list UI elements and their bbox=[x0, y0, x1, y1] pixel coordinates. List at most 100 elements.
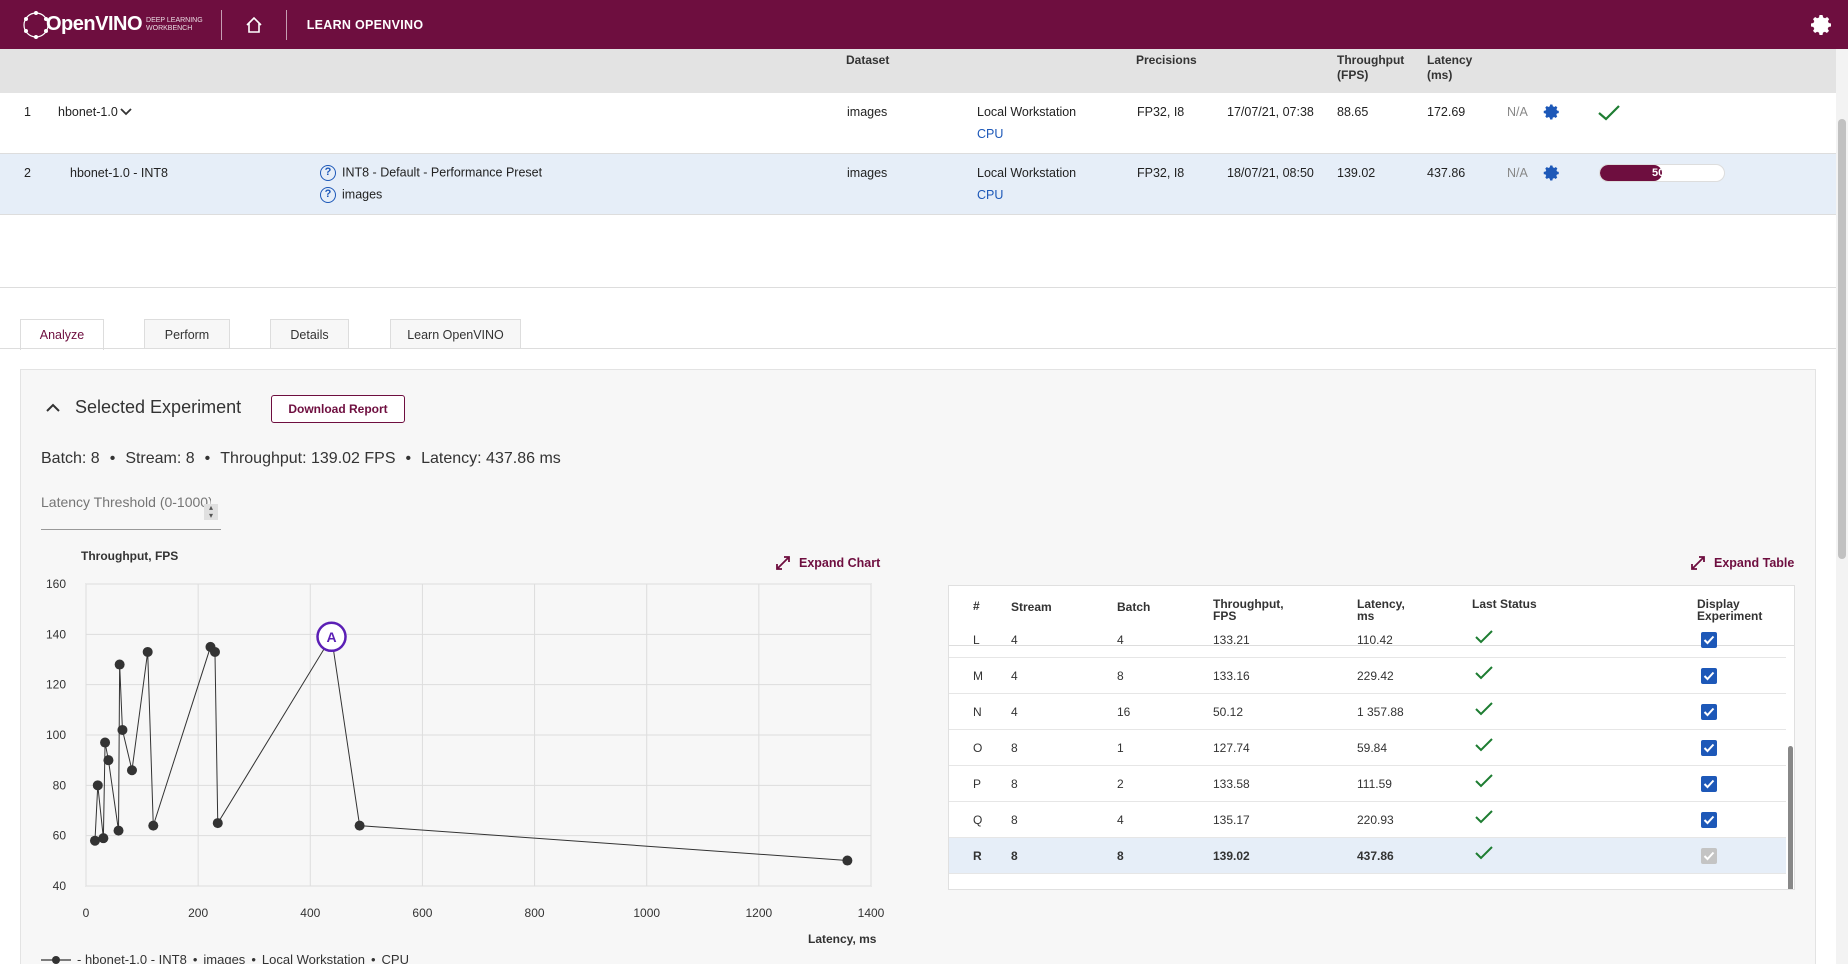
results-table-row[interactable]: N 4 16 50.12 1 357.88 bbox=[949, 694, 1786, 730]
download-report-button[interactable]: Download Report bbox=[271, 395, 405, 423]
x-tick-label: 1400 bbox=[858, 906, 885, 920]
results-table-row[interactable]: L 4 4 133.21 110.42 bbox=[949, 622, 1786, 658]
cell-id: L bbox=[973, 633, 980, 647]
legend-model: - hbonet-1.0 - INT8 bbox=[77, 952, 187, 964]
display-experiment-checkbox[interactable] bbox=[1701, 704, 1717, 720]
y-tick-label: 60 bbox=[53, 829, 67, 843]
status-check-icon bbox=[1475, 630, 1493, 644]
chevron-down-icon[interactable] bbox=[120, 107, 132, 117]
header-last-status[interactable]: Last Status bbox=[1472, 598, 1537, 610]
number-spinner[interactable]: ▴ ▾ bbox=[204, 504, 218, 520]
expand-table-button[interactable]: Expand Table bbox=[1690, 555, 1794, 571]
cell-throughput: 133.58 bbox=[1213, 777, 1250, 791]
latency-threshold-input[interactable] bbox=[41, 494, 211, 510]
display-experiment-checkbox[interactable] bbox=[1701, 848, 1717, 864]
selected-experiment-title: Selected Experiment bbox=[75, 397, 242, 417]
cell-stream: 8 bbox=[1011, 741, 1018, 755]
results-table-row[interactable]: M 4 8 133.16 229.42 bbox=[949, 658, 1786, 694]
cell-id: Q bbox=[973, 813, 983, 827]
data-point bbox=[212, 818, 223, 829]
table-scrollbar-thumb[interactable] bbox=[1788, 746, 1793, 889]
cell-batch: 4 bbox=[1117, 633, 1124, 647]
page-scrollbar-thumb[interactable] bbox=[1838, 119, 1846, 559]
y-tick-label: 40 bbox=[53, 879, 67, 893]
project-row[interactable]: 1 hbonet-1.0 images Local Workstation CP… bbox=[0, 93, 1836, 154]
throughput-latency-chart: 0 200 400 600 800 1000 1200 1400 40 60 80 100 120 140… bbox=[46, 577, 885, 920]
tab-analyze[interactable]: Analyze bbox=[20, 319, 104, 350]
data-point bbox=[142, 646, 153, 657]
cell-batch: 2 bbox=[1117, 777, 1124, 791]
cell-id: M bbox=[973, 669, 983, 683]
data-point bbox=[117, 724, 128, 735]
header-num[interactable]: # bbox=[973, 600, 980, 612]
display-experiment-checkbox[interactable] bbox=[1701, 812, 1717, 828]
results-table-row[interactable]: Q 8 4 135.17 220.93 bbox=[949, 802, 1786, 838]
gear-icon[interactable] bbox=[1543, 164, 1561, 182]
header-batch[interactable]: Batch bbox=[1117, 601, 1150, 613]
cell-batch: 1 bbox=[1117, 741, 1124, 755]
top-bar: OpenVINO DEEP LEARNING WORKBENCH LEARN OP… bbox=[0, 0, 1848, 49]
page-scrollbar[interactable] bbox=[1836, 49, 1848, 964]
legend-line-icon bbox=[41, 955, 71, 964]
home-button[interactable] bbox=[222, 0, 286, 49]
status-check-icon bbox=[1475, 810, 1493, 824]
tab-learn-openvino[interactable]: Learn OpenVINO bbox=[390, 319, 521, 349]
results-table-row[interactable]: O 8 1 127.74 59.84 bbox=[949, 730, 1786, 766]
divider bbox=[0, 287, 1836, 288]
tab-perform[interactable]: Perform bbox=[144, 319, 230, 349]
header-display-experiment[interactable]: Display Experiment bbox=[1697, 598, 1762, 622]
cell-latency: 59.84 bbox=[1357, 741, 1388, 755]
latency-threshold-field[interactable]: ▴▾ bbox=[41, 494, 221, 530]
results-table-row[interactable]: R 8 8 139.02 437.86 bbox=[949, 838, 1786, 874]
cell-batch: 4 bbox=[1117, 813, 1124, 827]
display-experiment-checkbox[interactable] bbox=[1701, 740, 1717, 756]
display-experiment-checkbox[interactable] bbox=[1701, 668, 1717, 684]
gear-icon[interactable] bbox=[1543, 103, 1561, 121]
openvino-logo[interactable]: OpenVINO DEEP LEARNING WORKBENCH bbox=[20, 0, 203, 49]
cell-latency: 437.86 bbox=[1357, 849, 1394, 863]
throughput-info: Throughput: 139.02 FPS bbox=[220, 450, 396, 467]
header-latency[interactable]: Latency (ms) bbox=[1427, 53, 1472, 83]
header-latency[interactable]: Latency, ms bbox=[1357, 598, 1405, 622]
status-check-icon bbox=[1475, 666, 1493, 680]
cell-latency: 110.42 bbox=[1357, 633, 1393, 647]
logo-subtitle: DEEP LEARNING WORKBENCH bbox=[146, 16, 203, 32]
display-experiment-checkbox[interactable] bbox=[1701, 776, 1717, 792]
cell-batch: 8 bbox=[1117, 669, 1124, 683]
data-point bbox=[354, 820, 365, 831]
expand-table-label: Expand Table bbox=[1714, 556, 1795, 570]
learn-openvino-link[interactable]: LEARN OPENVINO bbox=[307, 18, 424, 32]
cell-throughput: 133.21 bbox=[1213, 633, 1250, 647]
settings-gear-icon[interactable] bbox=[1810, 13, 1834, 37]
help-icon[interactable]: ? bbox=[320, 187, 336, 203]
data-point bbox=[98, 833, 109, 844]
project-row-selected[interactable]: 2 hbonet-1.0 - INT8 ? INT8 - Default - Pe… bbox=[0, 154, 1836, 215]
device-name: CPU bbox=[977, 188, 1004, 202]
cell-id: R bbox=[973, 849, 982, 863]
header-precisions[interactable]: Precisions bbox=[1136, 53, 1197, 68]
tab-divider bbox=[0, 348, 1836, 349]
dataset-name: images bbox=[847, 166, 888, 180]
display-experiment-checkbox[interactable] bbox=[1701, 632, 1717, 648]
header-throughput[interactable]: Throughput, FPS bbox=[1213, 598, 1284, 622]
data-point bbox=[92, 780, 103, 791]
data-point bbox=[114, 659, 125, 670]
expand-chart-button[interactable]: Expand Chart bbox=[775, 555, 880, 571]
tab-details[interactable]: Details bbox=[270, 319, 349, 349]
results-table-row[interactable]: P 8 2 133.58 111.59 bbox=[949, 766, 1786, 802]
header-dataset[interactable]: Dataset bbox=[846, 53, 889, 68]
accuracy-value: N/A bbox=[1507, 166, 1528, 180]
cell-throughput: 135.17 bbox=[1213, 813, 1250, 827]
status-check-icon bbox=[1598, 105, 1620, 121]
chart-x-label: Latency, ms bbox=[808, 932, 877, 946]
progress-label: 50% bbox=[1651, 167, 1675, 179]
help-icon[interactable]: ? bbox=[320, 165, 336, 181]
target-name: Local Workstation bbox=[977, 105, 1077, 119]
expand-icon bbox=[776, 556, 790, 570]
y-tick-label: 120 bbox=[46, 678, 66, 692]
chevron-up-icon[interactable] bbox=[45, 400, 61, 416]
header-stream[interactable]: Stream bbox=[1011, 601, 1052, 613]
status-check-icon bbox=[1475, 846, 1493, 860]
header-throughput[interactable]: Throughput (FPS) bbox=[1337, 53, 1404, 83]
table-scrollbar[interactable] bbox=[1786, 646, 1794, 889]
